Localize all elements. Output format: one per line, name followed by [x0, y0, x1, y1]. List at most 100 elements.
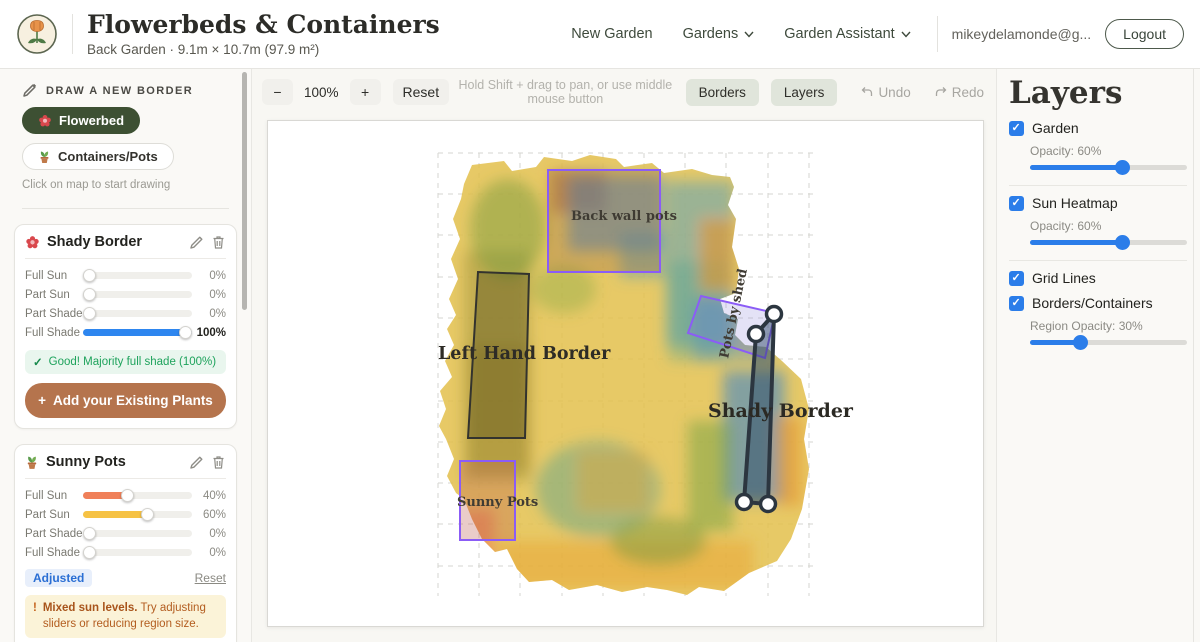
part-sun-slider[interactable] — [83, 511, 192, 518]
grid-lines-checkbox[interactable] — [1009, 271, 1024, 286]
map-area: − 100% + Reset Hold Shift + drag to pan,… — [252, 69, 996, 642]
borders-containers-checkbox[interactable] — [1009, 296, 1024, 311]
slider-thumb[interactable] — [179, 326, 192, 339]
full-sun-slider[interactable] — [83, 492, 192, 499]
slider-thumb[interactable] — [121, 489, 134, 502]
map-toolbar: − 100% + Reset Hold Shift + drag to pan,… — [252, 69, 996, 115]
vertex-handle[interactable] — [761, 497, 776, 512]
vertex-handle[interactable] — [737, 495, 752, 510]
redo-button[interactable]: Redo — [935, 85, 984, 100]
sun-heatmap-opacity-slider[interactable] — [1030, 240, 1187, 245]
slider-value: 0% — [192, 547, 226, 559]
slider-row-full-sun: Full Sun 0% — [25, 266, 226, 285]
slider-value: 40% — [192, 490, 226, 502]
scrollbar-track[interactable] — [1193, 69, 1194, 642]
undo-button[interactable]: Undo — [861, 85, 910, 100]
garden-subtitle: Back Garden · 9.1m × 10.7m (97.9 m²) — [87, 42, 440, 58]
app-header: Flowerbeds & Containers Back Garden · 9.… — [0, 0, 1200, 69]
opacity-label: Opacity: 60% — [1030, 144, 1187, 158]
layer-row-garden: Garden — [1009, 120, 1187, 136]
vertex-handle[interactable] — [749, 327, 764, 342]
pan-hint: Hold Shift + drag to pan, or use middle … — [457, 78, 674, 106]
trash-icon[interactable] — [211, 455, 226, 470]
sidebar-scrollbar[interactable] — [242, 72, 247, 310]
redo-icon — [935, 86, 947, 98]
chevron-down-icon — [744, 31, 754, 38]
full-sun-slider[interactable] — [83, 272, 192, 279]
user-email: mikeydelamonde@g... — [952, 26, 1092, 42]
status-warning-message: ! Mixed sun levels. Try adjusting slider… — [25, 595, 226, 638]
sun-heatmap-checkbox[interactable] — [1009, 196, 1024, 211]
slider-thumb[interactable] — [83, 269, 96, 282]
containers-pots-button[interactable]: Containers/Pots — [22, 143, 174, 170]
zoom-out-button[interactable]: − — [262, 79, 293, 105]
full-shade-slider[interactable] — [83, 549, 192, 556]
draw-section: DRAW A NEW BORDER Flowerbed — [14, 83, 237, 209]
nav-divider — [937, 16, 938, 52]
potted-plant-icon — [38, 150, 51, 164]
region-label: Left Hand Border — [438, 344, 611, 364]
region-card-shady-border: Shady Border Full Sun 0% Part Sun — [14, 224, 237, 429]
garden-checkbox[interactable] — [1009, 121, 1024, 136]
layers-panel-title: Layers — [1009, 75, 1187, 111]
opacity-label: Opacity: 60% — [1030, 219, 1187, 233]
divider — [22, 208, 229, 209]
region-label: Sunny Pots — [457, 495, 538, 510]
slider-row-full-shade: Full Shade 100% — [25, 323, 226, 342]
undo-icon — [861, 86, 873, 98]
part-shade-slider[interactable] — [83, 530, 192, 537]
adjusted-badge: Adjusted — [25, 569, 92, 587]
slider-thumb[interactable] — [1073, 335, 1088, 350]
main-nav: New Garden Gardens Garden Assistant — [571, 26, 910, 42]
zoom-in-button[interactable]: + — [350, 79, 381, 105]
nav-garden-assistant[interactable]: Garden Assistant — [784, 26, 910, 42]
slider-thumb[interactable] — [1115, 235, 1130, 250]
divider — [25, 478, 226, 479]
region-opacity-label: Region Opacity: 30% — [1030, 319, 1187, 333]
slider-row-full-sun: Full Sun 40% — [25, 486, 226, 505]
flowerbed-button[interactable]: Flowerbed — [22, 107, 140, 134]
draw-section-title: DRAW A NEW BORDER — [46, 85, 193, 97]
borders-toggle-button[interactable]: Borders — [686, 79, 759, 106]
region-label: Back wall pots — [571, 209, 677, 224]
app-logo-icon — [16, 13, 58, 55]
layers-toggle-button[interactable]: Layers — [771, 79, 838, 106]
trash-icon[interactable] — [211, 235, 226, 250]
add-existing-plants-button[interactable]: + Add your Existing Plants — [25, 383, 226, 418]
slider-row-full-shade: Full Shade 0% — [25, 543, 226, 562]
slider-thumb[interactable] — [141, 508, 154, 521]
slider-thumb[interactable] — [83, 546, 96, 559]
garden-opacity-slider[interactable] — [1030, 165, 1187, 170]
zoom-level: 100% — [301, 85, 342, 100]
warning-icon: ! — [33, 601, 37, 632]
logout-button[interactable]: Logout — [1105, 19, 1184, 49]
slider-thumb[interactable] — [1115, 160, 1130, 175]
vertex-handle[interactable] — [767, 307, 782, 322]
header-divider — [72, 14, 73, 54]
part-sun-slider[interactable] — [83, 291, 192, 298]
layer-row-borders-containers: Borders/Containers — [1009, 295, 1187, 311]
full-shade-slider[interactable] — [83, 329, 192, 336]
garden-map-canvas[interactable]: Back wall pots Left Hand Border Sunny Po… — [267, 120, 984, 627]
slider-row-part-shade: Part Shade 0% — [25, 304, 226, 323]
region-back-wall-pots[interactable]: Back wall pots — [548, 170, 677, 272]
slider-thumb[interactable] — [83, 307, 96, 320]
nav-gardens[interactable]: Gardens — [683, 26, 755, 42]
left-sidebar: DRAW A NEW BORDER Flowerbed — [0, 69, 252, 642]
region-card-sunny-pots: Sunny Pots Full Sun 40% Part Sun — [14, 444, 237, 642]
slider-thumb[interactable] — [83, 527, 96, 540]
check-icon: ✓ — [33, 355, 43, 369]
nav-new-garden[interactable]: New Garden — [571, 26, 652, 42]
slider-value: 0% — [192, 528, 226, 540]
reset-view-button[interactable]: Reset — [393, 79, 450, 105]
edit-pencil-icon[interactable] — [189, 235, 204, 250]
region-opacity-slider[interactable] — [1030, 340, 1187, 345]
draw-hint: Click on map to start drawing — [22, 179, 229, 191]
plus-icon: + — [38, 393, 46, 408]
part-shade-slider[interactable] — [83, 310, 192, 317]
slider-value: 100% — [192, 327, 226, 339]
status-success-message: ✓ Good! Majority full shade (100%) — [25, 350, 226, 374]
edit-pencil-icon[interactable] — [189, 455, 204, 470]
slider-thumb[interactable] — [83, 288, 96, 301]
reset-sliders-link[interactable]: Reset — [195, 571, 226, 585]
